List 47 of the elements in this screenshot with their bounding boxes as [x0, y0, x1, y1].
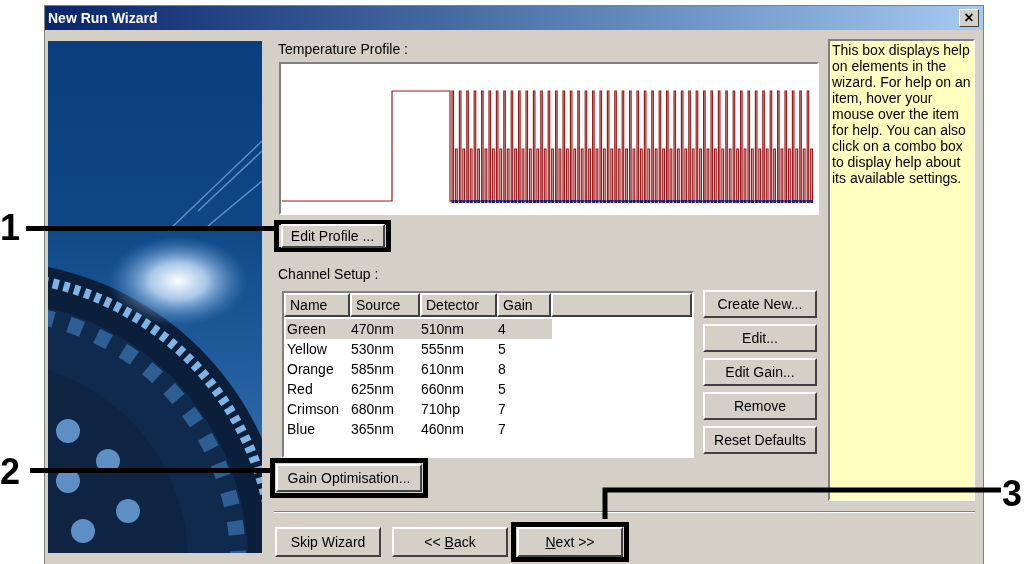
edit-profile-button[interactable]: Edit Profile ... [280, 224, 385, 248]
table-cell-text: 7 [497, 419, 507, 439]
section-label: Temperature Profile : [278, 41, 409, 57]
table-cell-text: 8 [497, 359, 507, 379]
table-cell-text: Crimson [286, 399, 341, 419]
table-cell-text: Orange [286, 359, 335, 379]
table-cell-text: 5 [497, 339, 507, 359]
table-cell-text: 5 [497, 379, 507, 399]
table-cell-text: 585nm [350, 359, 395, 379]
channel-action-button[interactable]: Edit Gain... [703, 358, 817, 386]
table-cell-text: 460nm [420, 419, 465, 439]
table-row[interactable]: Green 470nm 510nm 4 [286, 319, 552, 339]
column-header[interactable]: Source [350, 293, 420, 317]
table-cell-text: Green [286, 319, 327, 339]
help-text: This box displays help on elements in the wizard. For help on an item, hover your mouse over the item for help. You can also click on a combo box to display help about its available settings. [832, 42, 971, 186]
column-header[interactable]: Gain [497, 293, 551, 317]
column-header[interactable]: Detector [420, 293, 497, 317]
table-cell-text: 680nm [350, 399, 395, 419]
table-cell-text: Yellow [286, 339, 328, 359]
table-cell-text: 710hp [420, 399, 461, 419]
table-cell-text: 365nm [350, 419, 395, 439]
table-cell-text: 470nm [350, 319, 395, 339]
table-cell-text: Blue [286, 419, 317, 439]
channel-action-button[interactable]: Reset Defaults [703, 426, 817, 454]
callout-number: 1 [0, 208, 21, 248]
footer-button[interactable]: Next >> [517, 527, 623, 557]
callout-number: 2 [0, 452, 21, 492]
column-header[interactable]: Name [284, 293, 350, 317]
table-cell-text: 510nm [420, 319, 465, 339]
window-title: New Run Wizard [48, 8, 158, 28]
table-cell-text: 530nm [350, 339, 395, 359]
callout-number: 3 [1002, 474, 1023, 514]
gain-optimisation-button[interactable]: Gain Optimisation... [276, 464, 422, 492]
channel-action-button[interactable]: Edit... [703, 324, 817, 352]
close-button[interactable]: × [959, 9, 979, 27]
table-cell-text: Red [286, 379, 314, 399]
channel-action-button[interactable]: Remove [703, 392, 817, 420]
table-cell-text: 7 [497, 399, 507, 419]
table-cell-text: 610nm [420, 359, 465, 379]
footer-button[interactable]: Skip Wizard [275, 527, 381, 557]
footer-button[interactable]: << Back [392, 527, 508, 557]
section-label: Channel Setup : [278, 266, 380, 282]
table-cell-text: 555nm [420, 339, 465, 359]
table-cell-text: 625nm [350, 379, 395, 399]
table-cell-text: 660nm [420, 379, 465, 399]
channel-action-button[interactable]: Create New... [703, 290, 817, 318]
table-cell-text: 4 [497, 319, 507, 339]
